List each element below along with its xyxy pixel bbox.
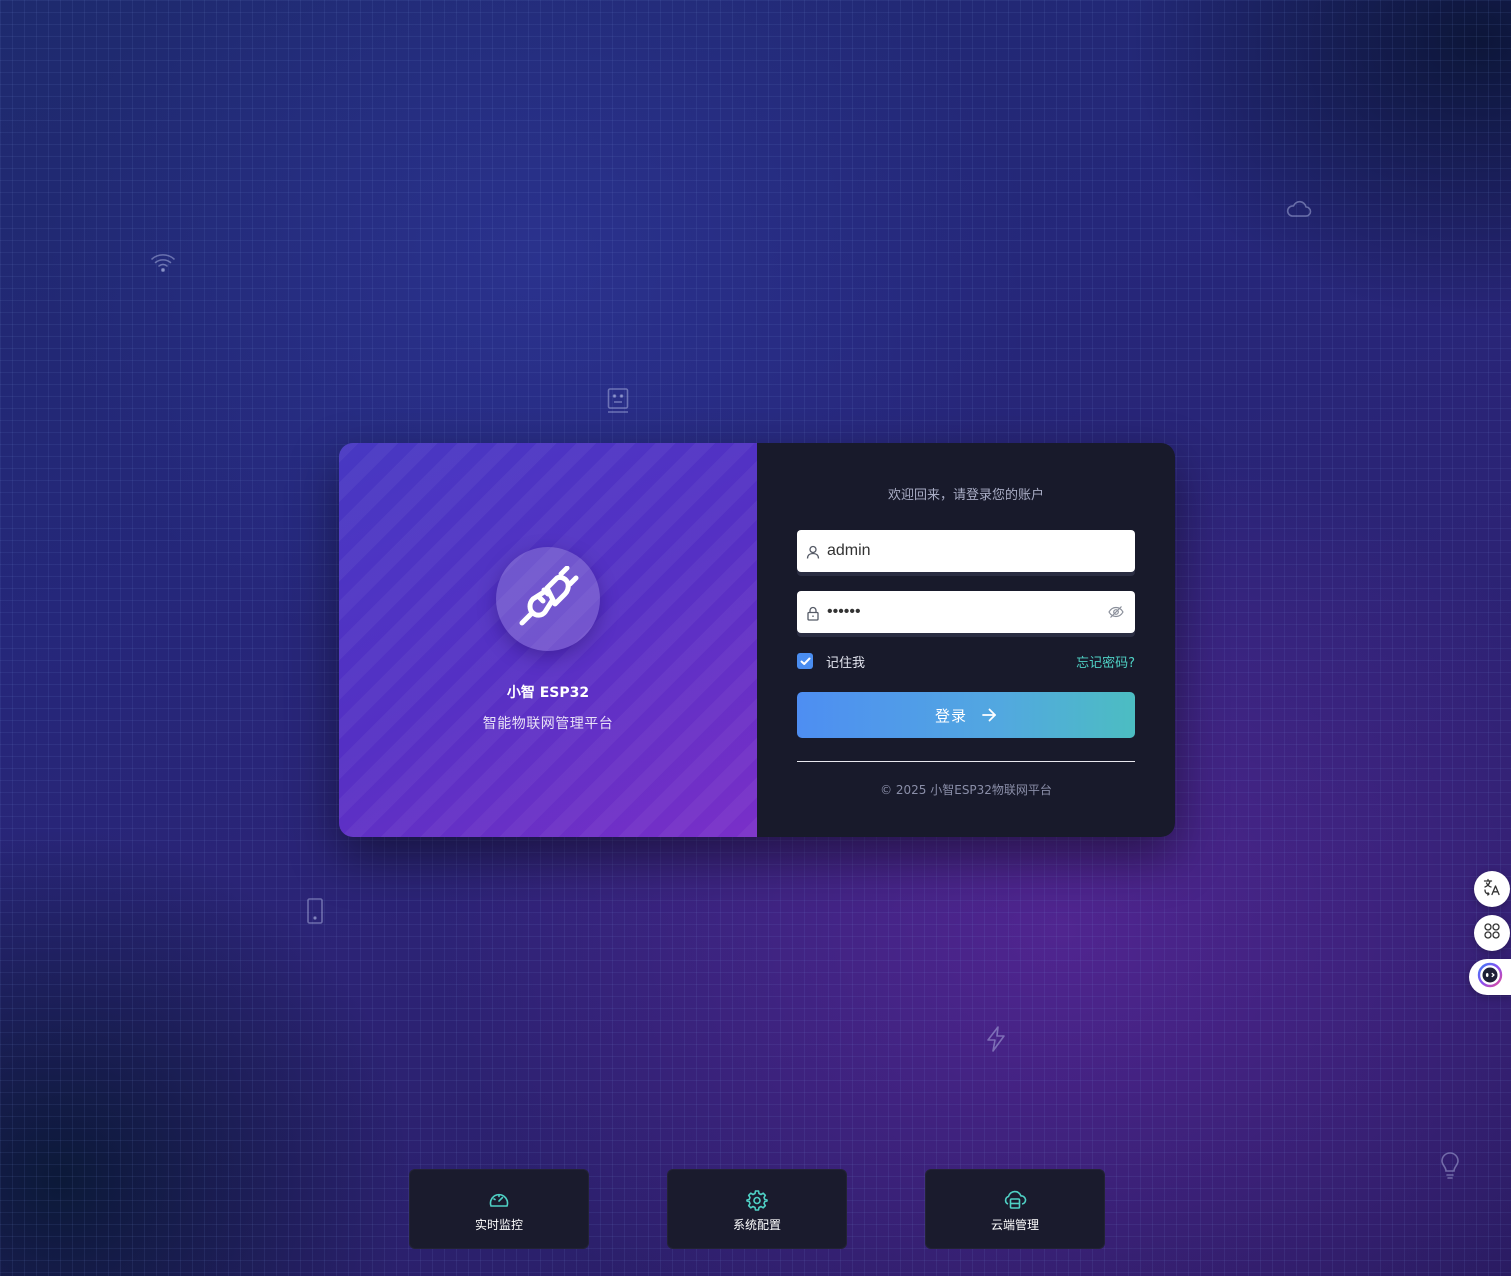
apps-button[interactable] (1474, 915, 1510, 951)
cloud-icon (1286, 199, 1312, 219)
login-button[interactable]: 登录 (797, 692, 1135, 738)
login-button-label: 登录 (934, 706, 967, 725)
wifi-icon (150, 252, 176, 274)
brand-panel: 小智 ESP32 智能物联网管理平台 (339, 443, 757, 837)
username-field[interactable] (797, 530, 1135, 572)
feature-system-config[interactable]: 系统配置 (667, 1169, 847, 1249)
feature-cloud-management[interactable]: 云端管理 (925, 1169, 1105, 1249)
arrow-right-icon (981, 708, 997, 722)
remember-label: 记住我 (826, 655, 866, 671)
lightbulb-icon (1439, 1151, 1461, 1181)
feature-realtime-monitor[interactable]: 实时监控 (409, 1169, 589, 1249)
remember-checkbox[interactable] (797, 653, 813, 669)
lightning-icon (984, 1025, 1008, 1053)
feature-label: 系统配置 (732, 1218, 781, 1232)
remember-row: 记住我 忘记密码? (797, 651, 1135, 671)
password-input[interactable] (827, 603, 1097, 621)
user-icon (797, 545, 829, 559)
divider (797, 761, 1135, 762)
assistant-face-icon (1477, 962, 1503, 992)
copyright-text: © 2025 小智ESP32物联网平台 (880, 783, 1052, 797)
robot-icon (606, 387, 630, 415)
gear-icon (746, 1189, 768, 1211)
eye-off-icon[interactable] (1097, 605, 1135, 619)
remember-me[interactable]: 记住我 (797, 652, 865, 671)
phone-icon (305, 897, 325, 925)
assistant-button[interactable] (1469, 959, 1511, 995)
login-form-panel: 欢迎回来，请登录您的账户 admin •••••• 记住我 忘记密码? 登录 ©… (757, 443, 1175, 837)
apps-grid-icon (1483, 922, 1501, 944)
feature-label: 云端管理 (990, 1218, 1039, 1232)
username-input[interactable] (827, 542, 1135, 560)
password-field[interactable] (797, 591, 1135, 633)
translate-button[interactable] (1474, 871, 1510, 907)
welcome-text: 欢迎回来，请登录您的账户 (887, 488, 1044, 503)
brand-title: 小智 ESP32 (506, 685, 590, 701)
forgot-password-link[interactable]: 忘记密码? (1076, 652, 1135, 671)
dashboard-gauge-icon (488, 1189, 510, 1211)
lock-icon (797, 606, 829, 621)
feature-label: 实时监控 (474, 1218, 523, 1232)
translate-icon (1483, 878, 1501, 900)
login-card: 小智 ESP32 智能物联网管理平台 欢迎回来，请登录您的账户 admin ••… (339, 443, 1175, 837)
plug-icon (517, 565, 579, 632)
cloud-server-icon (1003, 1189, 1027, 1211)
brand-logo (496, 547, 600, 651)
brand-subtitle: 智能物联网管理平台 (482, 716, 614, 732)
